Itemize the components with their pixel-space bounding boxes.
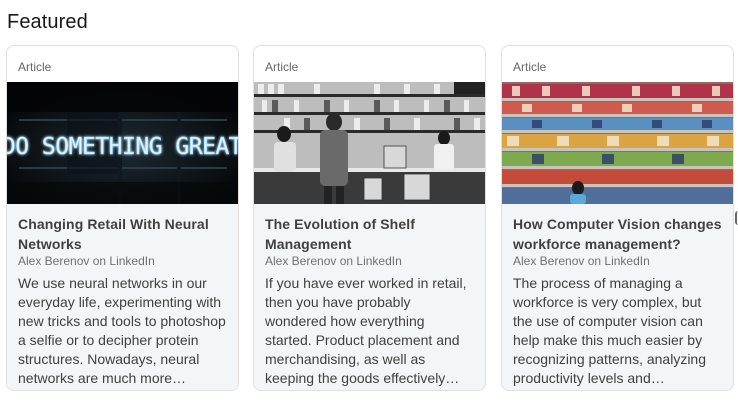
card-description: If you have ever worked in retail, then …	[265, 275, 467, 386]
card-type-label: Article	[265, 60, 299, 74]
card-type-label: Article	[18, 60, 52, 74]
card-body: Changing Retail With Neural Networks Ale…	[7, 204, 238, 390]
card-body: The Evolution of Shelf Management Alex B…	[254, 204, 485, 390]
card-image-neon-sign[interactable]: DO SOMETHING GREAT	[7, 82, 238, 204]
store-shelves-image	[502, 82, 733, 204]
neon-sign-text: DO SOMETHING GREAT	[7, 134, 238, 160]
card-description: The process of managing a workforce is v…	[513, 275, 707, 386]
section-title: Featured	[7, 11, 88, 33]
card-image-vintage-store[interactable]	[254, 82, 485, 204]
vintage-store-image	[254, 82, 485, 204]
featured-card-shelf-management[interactable]: Article The Evolution of Shelf Managemen…	[253, 45, 486, 391]
card-description: We use neural networks in our everyday l…	[18, 275, 226, 386]
card-title[interactable]: Changing Retail With Neural Networks	[18, 214, 227, 254]
card-image-store-shelves[interactable]	[502, 82, 733, 204]
featured-card-computer-vision[interactable]: Article How Computer Vision changes work…	[501, 45, 734, 391]
card-body: How Computer Vision changes workforce ma…	[502, 204, 733, 390]
card-author: Alex Berenov on LinkedIn	[513, 254, 650, 268]
card-author: Alex Berenov on LinkedIn	[265, 254, 402, 268]
card-author: Alex Berenov on LinkedIn	[18, 254, 155, 268]
card-title[interactable]: The Evolution of Shelf Management	[265, 214, 474, 254]
card-title[interactable]: How Computer Vision changes workforce ma…	[513, 214, 722, 254]
card-type-label: Article	[513, 60, 547, 74]
neon-sign-image: DO SOMETHING GREAT	[7, 82, 238, 204]
featured-card-neural-networks[interactable]: Article DO SOMETHING GREAT Changing Reta…	[6, 45, 239, 391]
